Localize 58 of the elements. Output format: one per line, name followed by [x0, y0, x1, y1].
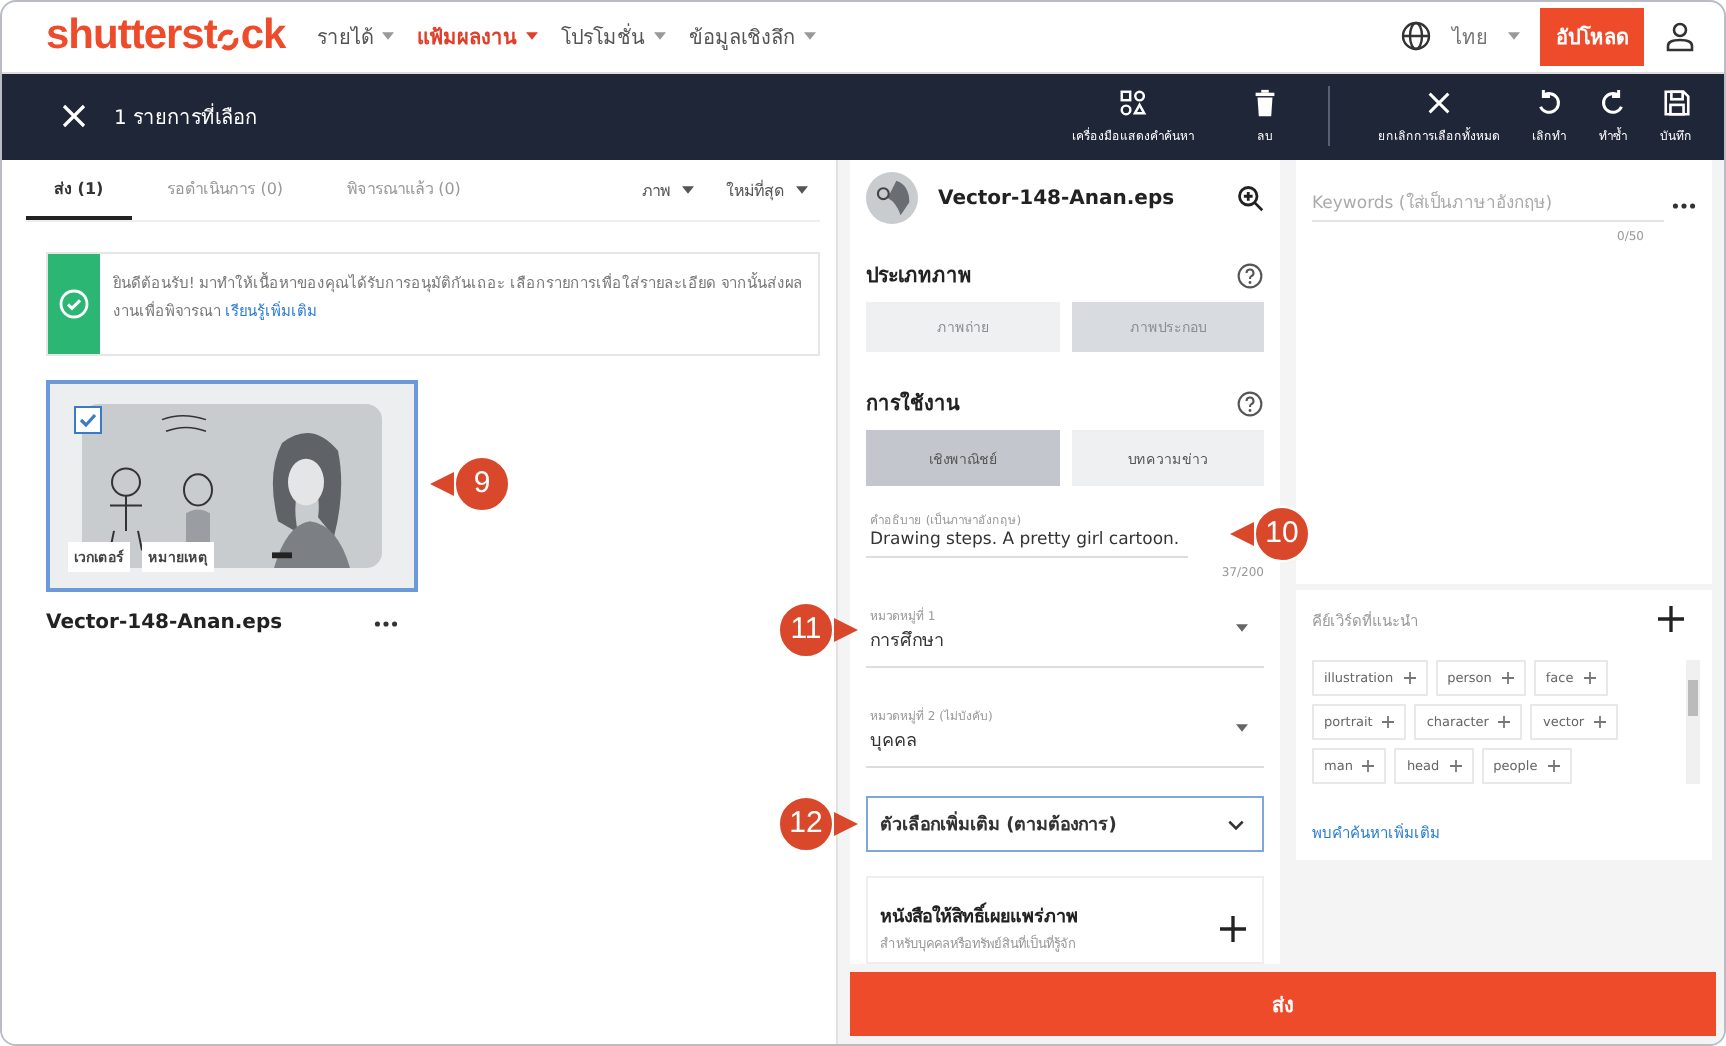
- shapes-icon: [1118, 87, 1148, 118]
- scrollbar[interactable]: [1686, 660, 1700, 784]
- upload-button[interactable]: อัปโหลด: [1540, 7, 1644, 66]
- plus-icon: [1449, 760, 1462, 772]
- help-icon[interactable]: [1236, 389, 1264, 417]
- globe-icon[interactable]: [1400, 20, 1432, 53]
- nav-menu-item[interactable]: แฟ้มผลงาน: [417, 21, 518, 52]
- caret-icon: [1236, 624, 1248, 632]
- logo[interactable]: shutterst ck: [46, 12, 286, 61]
- plus-icon: [1403, 672, 1416, 684]
- caret-icon: [381, 32, 394, 41]
- caret-icon: [1508, 32, 1520, 41]
- file-name: Vector-148-Anan.eps: [46, 612, 283, 634]
- plus-icon[interactable]: [1658, 606, 1684, 632]
- filter-dropdown[interactable]: ใหม่ที่สุด: [714, 177, 820, 203]
- caret-icon: [682, 186, 694, 194]
- help-icon[interactable]: [1236, 261, 1264, 289]
- language-selector[interactable]: ไทย: [1452, 21, 1488, 52]
- caret-icon: [653, 32, 666, 41]
- more-icon[interactable]: [374, 619, 398, 627]
- close-icon: [1424, 87, 1454, 118]
- caret-icon: [1236, 724, 1248, 732]
- plus-icon: [1362, 760, 1375, 772]
- trash-icon: [1250, 87, 1280, 118]
- undo-icon: [1534, 87, 1564, 118]
- more-icon[interactable]: [1672, 201, 1696, 209]
- section-title: การใช้งาน: [866, 389, 960, 418]
- plus-icon: [1498, 716, 1511, 728]
- selection-count: 1 รายการที่เลือก: [114, 101, 258, 132]
- caret-icon: [796, 186, 808, 194]
- plus-icon: [1583, 672, 1596, 684]
- zoom-in-icon[interactable]: [1236, 184, 1264, 212]
- filter-dropdown[interactable]: ภาพ: [630, 177, 706, 203]
- plus-icon: [1594, 716, 1607, 728]
- close-icon[interactable]: [62, 104, 86, 129]
- release-title: หนังสือให้สิทธิ์เผยแพร่ภาพ: [880, 902, 1078, 930]
- check-icon: [76, 408, 100, 432]
- chevron-icon: [1226, 817, 1246, 831]
- nav-menu-item[interactable]: ข้อมูลเชิงลึก: [689, 21, 796, 52]
- section-title: ประเภทภาพ: [866, 264, 972, 290]
- user-icon[interactable]: [1664, 20, 1696, 53]
- nav-menu-item[interactable]: รายได้: [317, 21, 374, 52]
- plus-icon: [1501, 672, 1514, 684]
- tab[interactable]: ส่ง (1): [26, 160, 132, 220]
- check-circle-icon: [58, 288, 91, 320]
- plus-icon[interactable]: [1220, 915, 1246, 941]
- file-name: Vector-148-Anan.eps: [938, 187, 1177, 209]
- plus-icon: [1382, 716, 1395, 728]
- plus-icon: [1547, 760, 1560, 772]
- submit-button[interactable]: ส่ง: [850, 972, 1716, 1036]
- redo-icon: [1598, 87, 1628, 118]
- caret-icon: [803, 32, 816, 41]
- caret-icon: [525, 32, 538, 41]
- more-options-dropdown[interactable]: ตัวเลือกเพิ่มเติม (ตามต้องการ): [866, 796, 1264, 852]
- nav-menu-item[interactable]: โปรโมชั่น: [561, 21, 646, 52]
- checkbox[interactable]: [74, 406, 102, 434]
- keywords-field[interactable]: Keywords (ใส่เป็นภาษาอังกฤษ): [1312, 188, 1664, 222]
- save-icon: [1661, 87, 1691, 118]
